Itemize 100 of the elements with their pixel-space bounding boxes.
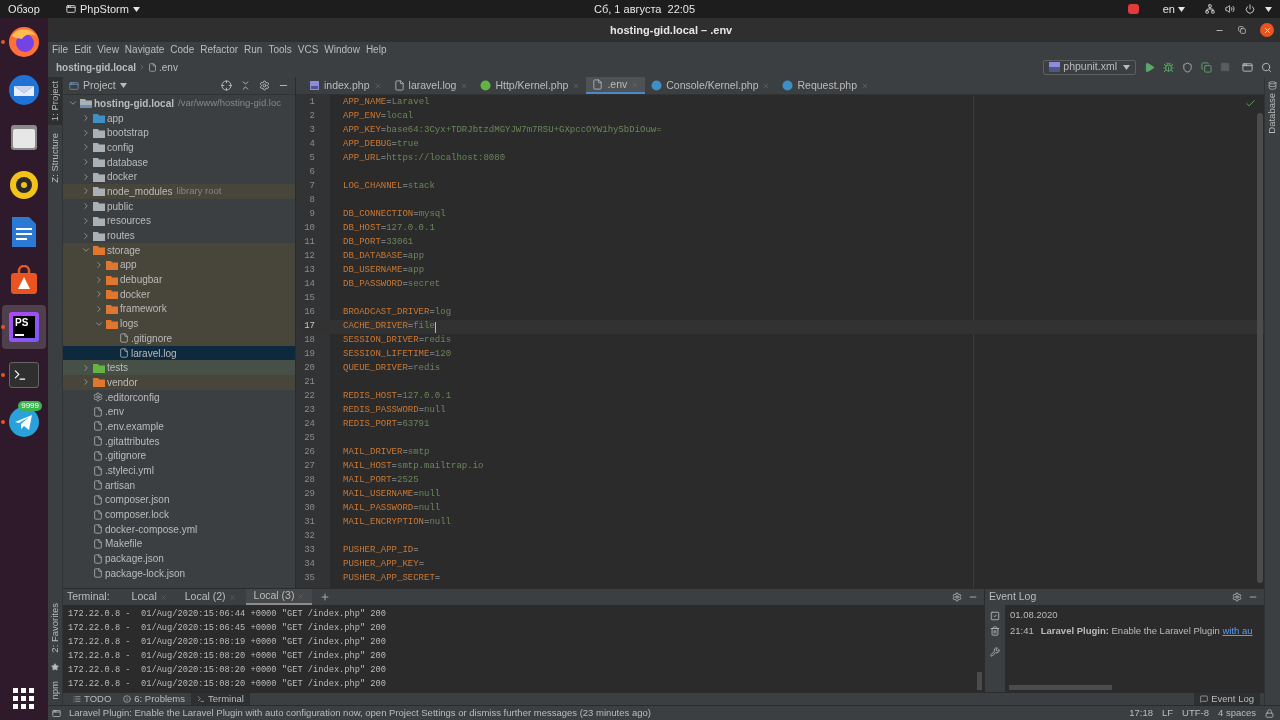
settings-icon[interactable] — [259, 80, 270, 91]
shopping-bag-icon[interactable] — [9, 264, 39, 295]
window-icon[interactable] — [1242, 61, 1253, 73]
menu-item[interactable]: VCS — [297, 42, 319, 57]
breadcrumb-item[interactable]: hosting-gid.local — [56, 59, 136, 75]
caret-position[interactable]: 17:18 — [1129, 705, 1153, 720]
tool-window-tab[interactable]: Database — [1265, 93, 1280, 134]
tree-item[interactable]: database — [63, 154, 295, 170]
tool-window-tab[interactable]: Event Log — [1194, 692, 1260, 706]
tool-window-tab[interactable]: Z: Structure — [47, 133, 63, 183]
collapse-icon[interactable] — [240, 80, 251, 91]
menu-item[interactable]: Navigate — [124, 42, 165, 57]
breadcrumb-item[interactable]: .env — [159, 59, 178, 75]
chevron-right-icon[interactable] — [81, 186, 91, 197]
tree-item[interactable]: artisan — [63, 477, 295, 493]
chevron-right-icon[interactable] — [94, 303, 104, 314]
activities-button[interactable]: Обзор — [8, 0, 52, 18]
tree-item[interactable]: Makefile — [63, 536, 295, 552]
settings-icon[interactable] — [952, 592, 962, 602]
folder-icon[interactable] — [9, 122, 39, 152]
line-ending[interactable]: LF — [1161, 705, 1174, 720]
menu-item[interactable]: Refactor — [200, 42, 239, 57]
volume-icon[interactable] — [1225, 4, 1235, 14]
session-tab[interactable]: Local (3) — [245, 589, 313, 605]
scrollbar-thumb[interactable] — [977, 672, 982, 690]
chevron-right-icon[interactable] — [81, 362, 91, 373]
menu-item[interactable]: Tools — [268, 42, 292, 57]
menu-item[interactable]: View — [97, 42, 119, 57]
window-icon[interactable] — [52, 708, 61, 718]
tree-item[interactable]: storage — [63, 242, 295, 258]
dock-item[interactable]: PS — [2, 305, 46, 349]
tree-item[interactable]: .gitignore — [63, 331, 295, 346]
tree-item[interactable]: .gitattributes — [63, 433, 295, 449]
browser-icon[interactable] — [8, 26, 40, 58]
tool-window-tab[interactable]: TODO — [67, 692, 118, 706]
paper-plane-icon[interactable] — [8, 406, 40, 438]
wrench-icon[interactable] — [990, 647, 1000, 657]
menu-item[interactable]: Run — [244, 42, 263, 57]
chevron-right-icon[interactable] — [94, 274, 104, 285]
tree-item[interactable]: node_modules library root — [63, 184, 295, 199]
language-menu[interactable]: en — [1162, 0, 1185, 18]
tree-item[interactable]: tests — [63, 360, 295, 376]
speaker-icon[interactable] — [9, 169, 39, 200]
chevron-right-icon[interactable] — [94, 289, 104, 300]
tree-item[interactable]: composer.lock — [63, 507, 295, 522]
mail-icon[interactable] — [8, 73, 40, 106]
tree-item[interactable]: package.json — [63, 551, 295, 566]
debug-icon[interactable] — [1163, 61, 1174, 73]
indent-setting[interactable]: 4 spaces — [1217, 705, 1256, 720]
app-menu[interactable]: PhpStorm — [66, 0, 140, 18]
tree-item[interactable]: docker — [63, 169, 295, 185]
scrollbar-thumb[interactable] — [1257, 113, 1263, 583]
tool-window-tab[interactable]: 6: Problems — [117, 692, 191, 706]
tree-item[interactable]: .env — [63, 404, 295, 420]
close-button[interactable] — [1260, 23, 1274, 37]
app-grid-icon[interactable] — [13, 688, 35, 710]
tool-window-tab[interactable]: Terminal — [190, 692, 250, 706]
chevron-right-icon[interactable] — [81, 377, 91, 388]
editor-tab[interactable]: index.php — [303, 77, 388, 94]
chevron-right-icon[interactable] — [81, 201, 91, 212]
project-view-dropdown[interactable]: Project — [69, 77, 127, 94]
tree-item[interactable]: logs — [63, 316, 295, 331]
tree-item[interactable]: .styleci.yml — [63, 463, 295, 478]
scrollbar-thumb[interactable] — [1009, 685, 1112, 690]
settings-icon[interactable] — [1232, 592, 1242, 602]
chevron-right-icon[interactable] — [81, 157, 91, 168]
delete-icon[interactable] — [990, 626, 1000, 636]
tree-item[interactable]: vendor — [63, 375, 295, 390]
chevron-right-icon[interactable] — [81, 127, 91, 138]
chevron-right-icon[interactable] — [81, 142, 91, 153]
power-icon[interactable] — [1245, 4, 1255, 14]
tool-window-tab[interactable]: 2: Favorites — [47, 602, 63, 653]
tree-item[interactable]: package-lock.json — [63, 566, 295, 581]
menu-item[interactable]: File — [52, 42, 69, 57]
tree-item[interactable]: docker-compose.yml — [63, 521, 295, 537]
terminal-icon[interactable] — [9, 361, 39, 388]
menu-item[interactable]: Window — [324, 42, 360, 57]
editor-tab[interactable]: laravel.log — [387, 77, 475, 94]
run-icon[interactable] — [1144, 61, 1155, 73]
run-config-dropdown[interactable]: phpunit.xml — [1043, 59, 1136, 75]
search-icon[interactable] — [1261, 61, 1272, 73]
network-icon[interactable] — [1205, 4, 1215, 14]
document-icon[interactable] — [11, 216, 37, 248]
tree-item[interactable]: .env.example — [63, 419, 295, 434]
tool-window-tab[interactable]: npm — [47, 680, 63, 699]
tree-item[interactable]: routes — [63, 228, 295, 243]
menu-item[interactable]: Help — [365, 42, 387, 57]
chevron-right-icon[interactable] — [81, 230, 91, 241]
chevron-right-icon[interactable] — [81, 171, 91, 182]
tree-item[interactable]: debugbar — [63, 272, 295, 287]
clock[interactable]: Сб, 1 августа 22:05 — [594, 0, 696, 18]
log-link[interactable]: with au — [1222, 625, 1253, 637]
tree-item[interactable]: config — [63, 140, 295, 155]
chevron-right-icon[interactable] — [81, 113, 91, 124]
menu-item[interactable]: Edit — [74, 42, 92, 57]
restore-icon[interactable] — [1238, 26, 1246, 34]
indicator-icon[interactable] — [1127, 4, 1139, 14]
editor-tab[interactable]: Console/Kernel.php — [645, 77, 777, 94]
editor-tab[interactable]: .env — [586, 77, 646, 94]
locate-icon[interactable] — [221, 80, 232, 91]
